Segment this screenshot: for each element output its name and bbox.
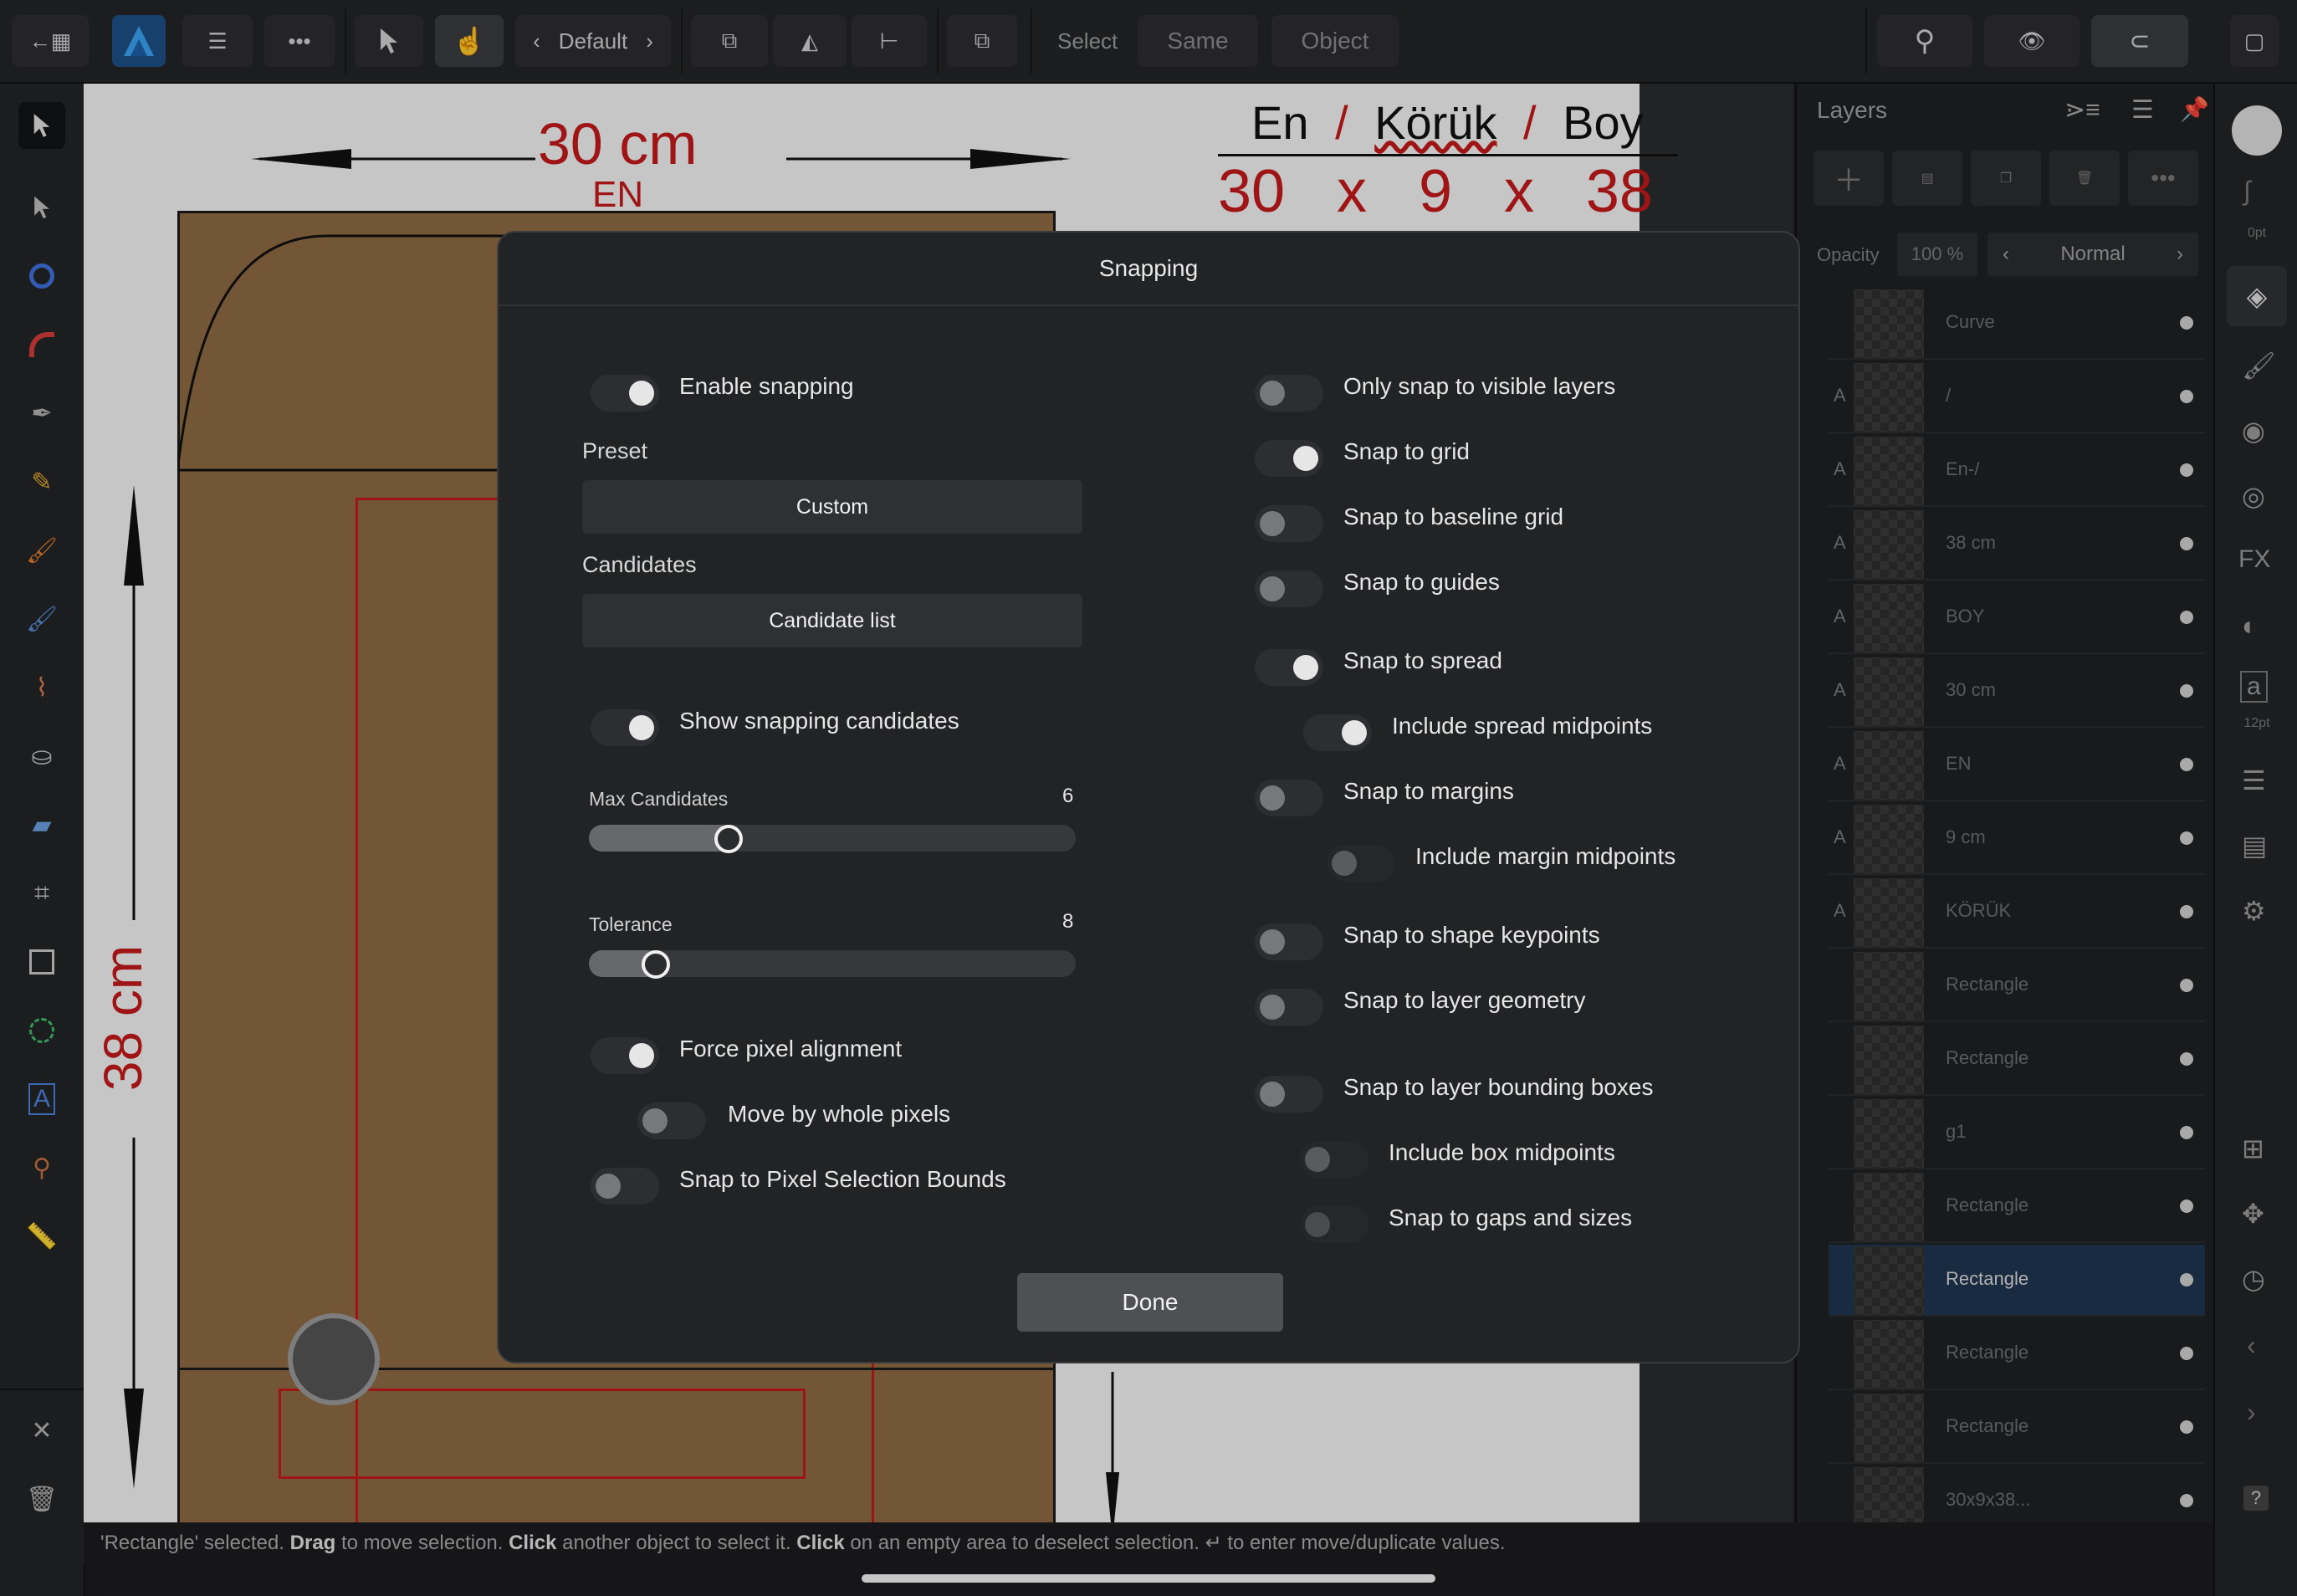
tolerance-slider[interactable] — [589, 950, 1076, 979]
snap-guides-label: Snap to guides — [1343, 569, 1500, 595]
snap-pixel-selection-label: Snap to Pixel Selection Bounds — [679, 1166, 1006, 1192]
snap-layer-geometry-label: Snap to layer geometry — [1343, 987, 1586, 1013]
snap-shape-keypoints-label: Snap to shape keypoints — [1343, 922, 1600, 948]
enable-snapping-label: Enable snapping — [679, 373, 854, 399]
force-pixel-toggle[interactable] — [591, 1037, 659, 1074]
only-visible-toggle[interactable] — [1255, 375, 1323, 412]
show-candidates-toggle[interactable] — [591, 709, 659, 746]
max-candidates-label: Max Candidates — [589, 788, 729, 810]
only-visible-label: Only snap to visible layers — [1343, 373, 1616, 399]
snap-grid-toggle[interactable] — [1255, 440, 1323, 477]
box-midpoints-toggle[interactable] — [1300, 1141, 1368, 1178]
snap-baseline-toggle[interactable] — [1255, 505, 1323, 542]
move-whole-toggle[interactable] — [637, 1102, 706, 1139]
snap-spread-toggle[interactable] — [1255, 649, 1323, 686]
margin-midpoints-toggle[interactable] — [1327, 845, 1395, 882]
snap-margins-label: Snap to margins — [1343, 778, 1514, 804]
snap-gaps-label: Snap to gaps and sizes — [1389, 1205, 1633, 1230]
preset-label: Preset — [582, 438, 648, 463]
show-candidates-label: Show snapping candidates — [679, 708, 959, 734]
snap-spread-label: Snap to spread — [1343, 647, 1502, 673]
slider-knob[interactable] — [714, 825, 743, 853]
slider-fill — [589, 825, 734, 852]
max-candidates-slider[interactable] — [589, 825, 1076, 853]
snap-bounding-boxes-toggle[interactable] — [1255, 1076, 1323, 1113]
snap-guides-toggle[interactable] — [1255, 570, 1323, 607]
slider-knob[interactable] — [642, 950, 670, 979]
enable-snapping-toggle[interactable] — [591, 375, 659, 412]
done-button[interactable]: Done — [1017, 1273, 1283, 1332]
snap-shape-keypoints-toggle[interactable] — [1255, 923, 1323, 960]
snapping-dialog: Snapping Enable snapping Preset Custom C… — [497, 231, 1800, 1363]
candidates-label: Candidates — [582, 552, 697, 577]
max-candidates-value: 6 — [1062, 785, 1074, 807]
margin-midpoints-label: Include margin midpoints — [1415, 843, 1676, 869]
move-whole-label: Move by whole pixels — [728, 1101, 951, 1127]
box-midpoints-label: Include box midpoints — [1389, 1139, 1615, 1165]
force-pixel-label: Force pixel alignment — [679, 1036, 903, 1061]
snap-gaps-toggle[interactable] — [1300, 1206, 1368, 1243]
dialog-title: Snapping — [499, 233, 1798, 306]
snap-pixel-selection-toggle[interactable] — [591, 1168, 659, 1205]
snap-bounding-boxes-label: Snap to layer bounding boxes — [1343, 1074, 1654, 1100]
spread-midpoints-label: Include spread midpoints — [1392, 713, 1653, 739]
snap-layer-geometry-toggle[interactable] — [1255, 989, 1323, 1026]
spread-midpoints-toggle[interactable] — [1303, 714, 1372, 751]
preset-dropdown[interactable]: Custom — [582, 480, 1082, 534]
snap-baseline-label: Snap to baseline grid — [1343, 504, 1564, 529]
candidate-list-button[interactable]: Candidate list — [582, 594, 1082, 647]
tolerance-value: 8 — [1062, 910, 1074, 933]
snap-margins-toggle[interactable] — [1255, 780, 1323, 816]
tolerance-label: Tolerance — [589, 913, 673, 935]
snap-grid-label: Snap to grid — [1343, 438, 1470, 464]
